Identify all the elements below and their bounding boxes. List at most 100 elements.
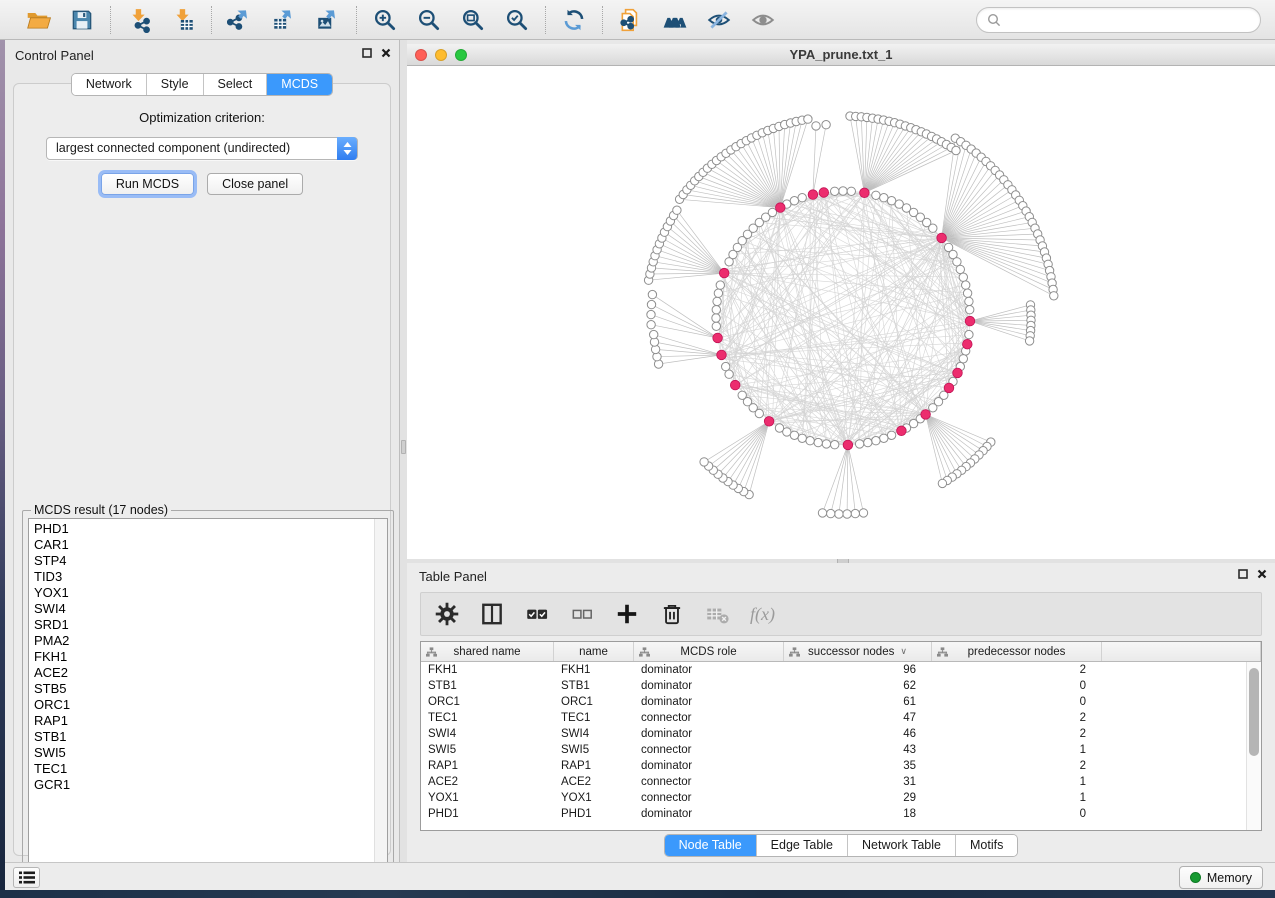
tab-motifs[interactable]: Motifs xyxy=(955,835,1017,856)
hide-selected-button[interactable] xyxy=(705,6,733,34)
tab-node-table[interactable]: Node Table xyxy=(665,835,756,856)
network-leaf-nodes[interactable] xyxy=(644,112,1058,518)
table-panel-tabs: Node TableEdge TableNetwork TableMotifs xyxy=(407,834,1275,857)
table-row[interactable]: SWI4SWI4dominator462 xyxy=(421,726,1246,742)
delete-column-button[interactable] xyxy=(660,602,684,626)
search-box[interactable] xyxy=(976,7,1261,33)
mcds-result-item[interactable]: TEC1 xyxy=(34,761,373,777)
mcds-result-item[interactable]: PMA2 xyxy=(34,633,373,649)
column-header-successor-nodes[interactable]: successor nodes∨ xyxy=(784,642,932,661)
save-button[interactable] xyxy=(68,6,96,34)
close-panel-button[interactable]: Close panel xyxy=(207,173,303,195)
tab-mcds[interactable]: MCDS xyxy=(266,74,332,95)
search-network-button[interactable] xyxy=(661,6,689,34)
table-row[interactable]: RAP1RAP1dominator352 xyxy=(421,758,1246,774)
open-button[interactable] xyxy=(24,6,52,34)
table-row[interactable]: TEC1TEC1connector472 xyxy=(421,710,1246,726)
cell-name: SWI4 xyxy=(554,726,634,742)
table-row[interactable]: ACE2ACE2connector311 xyxy=(421,774,1246,790)
zoom-fit-button[interactable] xyxy=(459,6,487,34)
network-canvas[interactable] xyxy=(407,66,1275,559)
mcds-result-item[interactable]: STB5 xyxy=(34,681,373,697)
cell-successor-nodes: 31 xyxy=(784,774,932,790)
mcds-result-item[interactable]: SWI5 xyxy=(34,745,373,761)
mcds-result-item[interactable]: SWI4 xyxy=(34,601,373,617)
cell-successor-nodes: 46 xyxy=(784,726,932,742)
mcds-result-item[interactable]: FKH1 xyxy=(34,649,373,665)
mcds-result-item[interactable]: TID3 xyxy=(34,569,373,585)
import-table-button[interactable] xyxy=(169,6,197,34)
float-panel-icon[interactable] xyxy=(1238,569,1248,579)
vertical-splitter-grip[interactable] xyxy=(401,440,406,454)
add-column-icon xyxy=(614,601,640,627)
tab-select[interactable]: Select xyxy=(203,74,267,95)
column-header-shared-name[interactable]: shared name xyxy=(421,642,554,661)
export-table-button[interactable] xyxy=(270,6,298,34)
table-row[interactable]: YOX1YOX1connector291 xyxy=(421,790,1246,806)
mcds-result-item[interactable]: RAP1 xyxy=(34,713,373,729)
show-columns-button[interactable] xyxy=(480,602,504,626)
table-row[interactable]: ORC1ORC1dominator610 xyxy=(421,694,1246,710)
mcds-list-vertical-scrollbar[interactable] xyxy=(374,519,387,863)
close-panel-icon[interactable] xyxy=(381,48,391,58)
float-panel-icon[interactable] xyxy=(362,48,372,58)
search-input[interactable] xyxy=(1007,13,1250,28)
export-image-button[interactable] xyxy=(314,6,342,34)
mcds-result-list: PHD1CAR1STP4TID3YOX1SWI4SRD1PMA2FKH1ACE2… xyxy=(29,520,373,863)
deselect-all-button[interactable] xyxy=(570,602,594,626)
mcds-result-item[interactable]: PHD1 xyxy=(34,521,373,537)
vertical-splitter[interactable] xyxy=(400,40,407,862)
tab-edge-table[interactable]: Edge Table xyxy=(756,835,847,856)
cell-predecessor-nodes: 1 xyxy=(932,742,1102,758)
zoom-out-button[interactable] xyxy=(415,6,443,34)
tab-network[interactable]: Network xyxy=(72,74,146,95)
import-network-button[interactable] xyxy=(125,6,153,34)
mcds-result-item[interactable]: STB1 xyxy=(34,729,373,745)
table-vertical-scrollbar[interactable] xyxy=(1246,662,1261,830)
table-row[interactable]: SWI5SWI5connector431 xyxy=(421,742,1246,758)
mcds-result-item[interactable]: STP4 xyxy=(34,553,373,569)
column-header-predecessor-nodes[interactable]: predecessor nodes xyxy=(932,642,1102,661)
network-view[interactable] xyxy=(407,66,1275,559)
tab-style[interactable]: Style xyxy=(146,74,203,95)
mcds-result-item[interactable]: CAR1 xyxy=(34,537,373,553)
mcds-result-item[interactable]: GCR1 xyxy=(34,777,373,793)
panel-list-button[interactable] xyxy=(13,867,40,888)
delete-column-icon xyxy=(659,601,685,627)
table-row[interactable]: STB1STB1dominator620 xyxy=(421,678,1246,694)
show-all-button[interactable] xyxy=(749,6,777,34)
zoom-selected-button[interactable] xyxy=(503,6,531,34)
mcds-result-item[interactable]: SRD1 xyxy=(34,617,373,633)
table-scrollbar-thumb[interactable] xyxy=(1249,668,1259,756)
table-row[interactable]: PHD1PHD1dominator180 xyxy=(421,806,1246,822)
table-panel-title: Table Panel xyxy=(419,569,487,584)
table-row[interactable]: FKH1FKH1dominator962 xyxy=(421,662,1246,678)
select-all-button[interactable] xyxy=(525,602,549,626)
export-network-button[interactable] xyxy=(226,6,254,34)
refresh-button[interactable] xyxy=(560,6,588,34)
control-panel-header: Control Panel xyxy=(5,40,399,68)
column-header-MCDS-role[interactable]: MCDS role xyxy=(634,642,784,661)
cell-shared-name: RAP1 xyxy=(421,758,554,774)
close-window-icon[interactable] xyxy=(415,49,427,61)
mcds-result-item[interactable]: YOX1 xyxy=(34,585,373,601)
mcds-result-item[interactable]: ACE2 xyxy=(34,665,373,681)
add-column-button[interactable] xyxy=(615,602,639,626)
tab-network-table[interactable]: Network Table xyxy=(847,835,955,856)
column-header-name[interactable]: name xyxy=(554,642,634,661)
minimize-window-icon[interactable] xyxy=(435,49,447,61)
run-mcds-button[interactable]: Run MCDS xyxy=(101,173,194,195)
zoom-window-icon[interactable] xyxy=(455,49,467,61)
criterion-dropdown[interactable]: largest connected component (undirected) xyxy=(46,137,358,160)
cell-successor-nodes: 96 xyxy=(784,662,932,678)
memory-button[interactable]: Memory xyxy=(1179,866,1263,889)
control-panel-title: Control Panel xyxy=(15,48,94,63)
mcds-result-item[interactable]: ORC1 xyxy=(34,697,373,713)
export-table-icon xyxy=(271,7,297,33)
export-image-icon xyxy=(315,7,341,33)
duplicate-network-button[interactable] xyxy=(617,6,645,34)
close-panel-icon[interactable] xyxy=(1257,569,1267,579)
node-table-rows: FKH1FKH1dominator962STB1STB1dominator620… xyxy=(421,662,1246,830)
zoom-in-button[interactable] xyxy=(371,6,399,34)
settings-button[interactable] xyxy=(435,602,459,626)
